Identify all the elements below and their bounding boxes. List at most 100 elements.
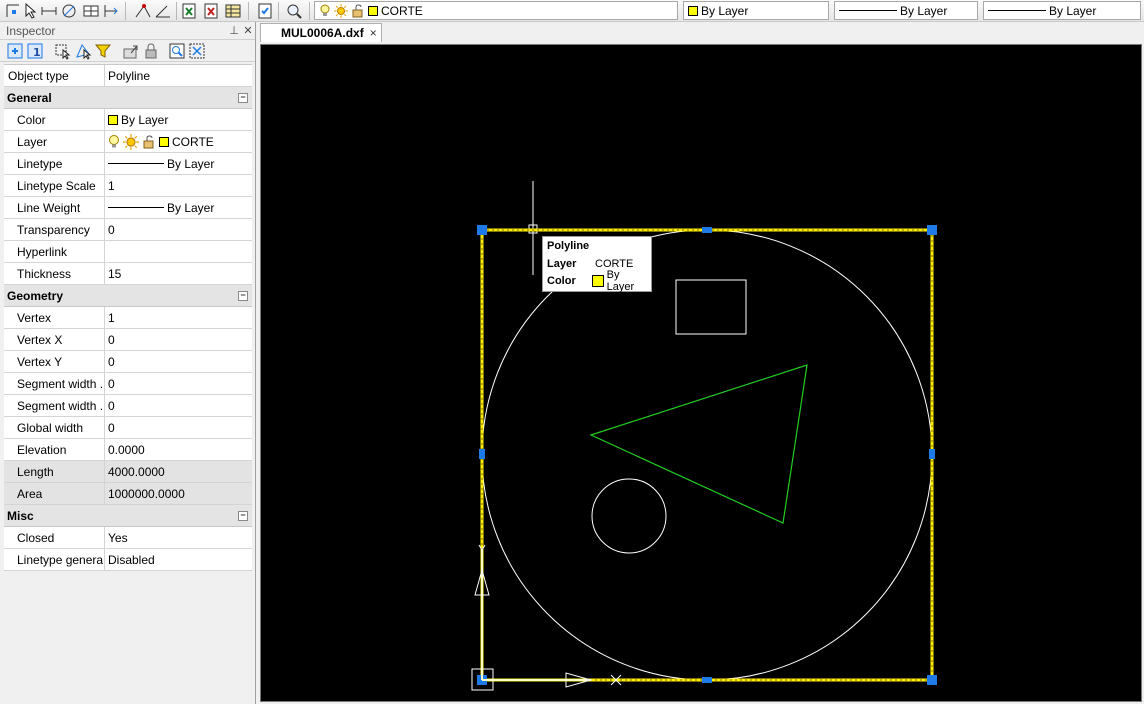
tooltip-color-swatch [591,274,604,287]
inspector-title: Inspector [6,23,56,38]
property-row-layer: Layer CORTE [4,131,252,153]
dimension-linear-icon[interactable] [40,2,58,20]
grip-mid-left[interactable] [479,449,485,459]
lineweight-combo[interactable]: By Layer [983,1,1141,20]
property-row-hyperlink: Hyperlink [4,241,252,263]
inspector-toolbar: 1 [0,40,255,62]
toolbar-icon-group [0,0,310,22]
selected-polyline[interactable] [480,228,934,682]
document-tab[interactable]: MUL0006A.dxf × [260,23,382,42]
property-label: Global width [4,417,105,438]
property-value[interactable]: 1 [105,175,252,196]
layer-combo[interactable]: CORTE [314,1,678,20]
property-value-line-weight[interactable]: By Layer [105,197,252,218]
drawing-canvas[interactable]: Polyline Layer CORTE Color By Layer [260,44,1142,702]
property-value-color[interactable]: By Layer [105,109,252,130]
section-header-general[interactable]: General − [4,87,252,109]
zoom-window-icon[interactable] [285,2,303,20]
dimension-align-icon[interactable] [102,2,120,20]
grip-bottom-right[interactable] [927,675,937,685]
svg-text:1: 1 [33,46,41,59]
section-header-geometry[interactable]: Geometry − [4,285,252,307]
close-icon[interactable]: × [370,26,377,40]
small-circle[interactable] [591,478,667,554]
color-combo[interactable]: By Layer [683,1,829,20]
property-value-layer[interactable]: CORTE [105,131,252,152]
collapse-icon[interactable]: − [238,93,248,103]
snap-icon[interactable] [4,2,22,20]
outer-circle[interactable] [481,229,933,681]
collapse-icon[interactable]: − [238,291,248,301]
property-value[interactable]: 1 [105,307,252,328]
property-value[interactable]: 0 [105,417,252,438]
lock-properties-icon[interactable] [142,42,160,60]
property-row-object-type: Object type Polyline [4,65,252,87]
property-label: Vertex X [4,329,105,350]
property-value[interactable]: 0.0000 [105,439,252,460]
property-value[interactable]: 0 [105,219,252,240]
property-value: 1000000.0000 [105,483,252,504]
quick-select-icon[interactable] [54,42,72,60]
property-label: Area [4,483,105,504]
pin-icon[interactable]: ⊥ [227,24,241,37]
section-header-misc[interactable]: Misc − [4,505,252,527]
circle-tool-icon[interactable] [60,2,78,20]
property-row-vertex: Vertex 1 [4,307,252,329]
property-value-linetype[interactable]: By Layer [105,153,252,174]
properties-clipboard-icon[interactable] [256,2,274,20]
select-similar-icon[interactable] [74,42,92,60]
grip-mid-bottom[interactable] [702,677,712,683]
layer-sun-icon [334,3,348,18]
property-label: Linetype Scale [4,175,105,196]
color-swatch [688,5,698,16]
small-rectangle[interactable] [675,279,747,335]
property-value[interactable] [105,241,252,262]
section-title: General [7,90,52,105]
green-triangle[interactable] [589,364,808,524]
select-objects-icon[interactable] [6,42,24,60]
linetype-value-text: By Layer [167,156,215,171]
tooltip-label: Color [547,274,576,287]
tooltip-title: Polyline [547,240,590,252]
linetype-combo[interactable]: By Layer [834,1,978,20]
close-icon[interactable]: ✕ [241,24,255,37]
spreadsheet-icon[interactable] [224,2,242,20]
grip-mid-right[interactable] [929,449,935,459]
measure-icon[interactable] [134,2,152,20]
property-value[interactable]: 0 [105,351,252,372]
table-icon[interactable] [82,2,100,20]
grip-top-left[interactable] [477,225,487,235]
property-value[interactable]: 15 [105,263,252,284]
grip-top-right[interactable] [927,225,937,235]
property-value[interactable]: Yes [105,527,252,548]
property-label: Linetype genera... [4,549,105,570]
zoom-selection-icon[interactable] [168,42,186,60]
excel-import-icon[interactable] [202,2,220,20]
property-value[interactable]: Disabled [105,549,252,570]
filter-icon[interactable] [94,42,112,60]
property-value[interactable]: 0 [105,329,252,350]
linetype-preview [108,163,164,164]
property-label: Elevation [4,439,105,460]
property-value[interactable]: Polyline [105,65,252,86]
select-cursor-icon[interactable] [22,2,40,20]
collapse-icon[interactable]: − [238,511,248,521]
layer-bulb-icon [320,4,330,16]
property-row-linetype-scale: Linetype Scale 1 [4,175,252,197]
deselect-icon[interactable] [188,42,206,60]
property-label: Linetype [4,153,105,174]
property-value[interactable]: 0 [105,395,252,416]
export-properties-icon[interactable] [122,42,140,60]
tooltip-value: By Layer [606,268,635,293]
property-label: Closed [4,527,105,548]
property-value[interactable]: 0 [105,373,252,394]
property-row-transparency: Transparency 0 [4,219,252,241]
single-select-icon[interactable]: 1 [26,42,44,60]
grip-mid-top[interactable] [702,227,712,233]
excel-export-icon[interactable] [180,2,198,20]
angle-icon[interactable] [154,2,172,20]
property-row-segment-width-end: Segment width ... 0 [4,395,252,417]
selection-dash-overlay [481,229,933,681]
lineweight-preview [108,207,164,208]
lineweight-preview [988,10,1046,11]
